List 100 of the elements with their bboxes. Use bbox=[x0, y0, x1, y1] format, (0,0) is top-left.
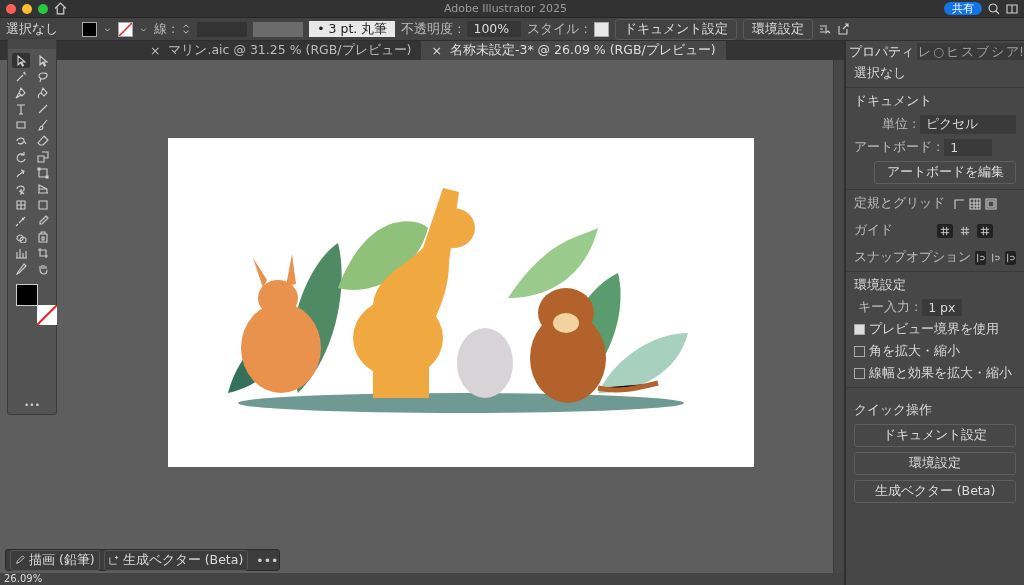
checkbox-label: 線幅と効果を拡大・縮小 bbox=[869, 365, 1012, 382]
zoom-button[interactable] bbox=[38, 3, 48, 14]
home-icon bbox=[54, 2, 67, 15]
settings-button[interactable]: ドキュメント設定 bbox=[614, 18, 737, 40]
guides-icon bbox=[940, 225, 950, 236]
guides-label: ガイド bbox=[854, 222, 893, 239]
close-icon[interactable]: × bbox=[150, 43, 161, 58]
minimize-button[interactable] bbox=[22, 3, 32, 14]
bar-chart-icon bbox=[15, 246, 27, 259]
vertical-scrollbar[interactable] bbox=[833, 60, 844, 573]
export-icon bbox=[836, 23, 849, 35]
rectangle-icon bbox=[15, 118, 27, 131]
tool-button[interactable] bbox=[12, 53, 30, 68]
guides-icon bbox=[980, 225, 990, 236]
artboard-label: アートボード : bbox=[854, 139, 941, 156]
checkbox-label: プレビュー境界を使用 bbox=[869, 321, 999, 338]
zoom-field[interactable]: 26.09% bbox=[4, 573, 43, 585]
snap-options-label: スナップオプション bbox=[854, 249, 971, 266]
checkbox-label: 角を拡大・縮小 bbox=[869, 343, 960, 360]
snap-toggle[interactable] bbox=[975, 250, 986, 265]
mesh-icon bbox=[15, 198, 27, 211]
panel-tab[interactable]: シ bbox=[989, 43, 1005, 60]
checkbox[interactable] bbox=[854, 324, 865, 335]
overlapping-squares-icon bbox=[37, 150, 49, 163]
curved-pen-icon bbox=[37, 86, 49, 99]
quick-action-button[interactable]: ドキュメント設定 bbox=[854, 424, 1016, 447]
syringe-icon bbox=[15, 214, 27, 227]
close-button[interactable] bbox=[6, 3, 16, 14]
settings-button[interactable]: 環境設定 bbox=[742, 18, 813, 40]
lasso-icon bbox=[37, 70, 49, 83]
panel-tab[interactable]: ○ bbox=[932, 43, 945, 60]
quick-action-button[interactable]: 環境設定 bbox=[854, 452, 1016, 475]
unit-dropdown[interactable]: ピクセル bbox=[920, 115, 1016, 134]
transparency-grid-icon bbox=[985, 197, 997, 210]
stroke-swatch[interactable] bbox=[37, 305, 57, 325]
section-heading: クイック操作 bbox=[854, 402, 933, 419]
edit-artboard-button[interactable]: アートボードを編集 bbox=[874, 161, 1016, 184]
tab-label: 名称未設定-3* @ 26.09 % (RGB/プレビュー) bbox=[449, 42, 716, 59]
crop-corner-icon bbox=[37, 246, 49, 259]
window-title: Adobe Illustrator 2025 bbox=[443, 2, 568, 15]
fill-swatch[interactable] bbox=[16, 284, 38, 306]
section-heading: ドキュメント bbox=[854, 93, 933, 110]
panel-tab[interactable]: ス bbox=[959, 43, 975, 60]
guide-toggle[interactable] bbox=[937, 223, 953, 238]
no-stroke-swatch[interactable] bbox=[118, 21, 133, 37]
checkbox[interactable] bbox=[854, 368, 865, 379]
fill-swatch[interactable] bbox=[82, 21, 97, 37]
line-icon bbox=[37, 102, 49, 115]
more-tools-button[interactable]: ••• bbox=[24, 400, 40, 410]
draw-pencil-button[interactable]: 描画 (鉛筆) bbox=[10, 549, 100, 571]
generate-vector-button[interactable]: 生成ベクター (Beta) bbox=[103, 549, 249, 571]
wand-icon bbox=[15, 70, 27, 83]
snap-icon bbox=[975, 252, 986, 263]
layout-icon bbox=[1006, 2, 1018, 15]
panel-tab[interactable]: レ bbox=[917, 43, 932, 60]
pen-icon bbox=[15, 86, 27, 99]
rulers-grid-label: 定規とグリッド bbox=[854, 195, 945, 212]
pencil-icon bbox=[15, 555, 25, 565]
eraser-icon bbox=[37, 134, 49, 147]
stepper-icon bbox=[181, 24, 192, 34]
ruler-icon bbox=[953, 197, 965, 210]
hand-icon bbox=[37, 262, 49, 275]
panel-tab[interactable]: ヒ bbox=[944, 43, 960, 60]
more-button[interactable]: ••• bbox=[256, 552, 279, 568]
style-swatch[interactable] bbox=[593, 21, 609, 37]
guides-icon bbox=[960, 225, 970, 236]
opacity-label: 不透明度 : bbox=[401, 20, 462, 38]
quick-action-button[interactable]: 生成ベクター (Beta) bbox=[854, 480, 1016, 503]
brush-dropdown[interactable]: • 3 pt. 丸筆 bbox=[309, 21, 396, 37]
document-tab[interactable]: × 名称未設定-3* @ 26.09 % (RGB/プレビュー) bbox=[421, 41, 726, 60]
tool-button[interactable] bbox=[34, 165, 52, 180]
search-icon bbox=[988, 2, 1000, 15]
guide-toggle[interactable] bbox=[977, 223, 993, 238]
panel-tab[interactable]: ブ bbox=[974, 43, 990, 60]
unit-label: 単位 : bbox=[882, 116, 917, 133]
section-heading: 環境設定 bbox=[854, 277, 907, 294]
checkbox[interactable] bbox=[854, 346, 865, 357]
snap-icon bbox=[1005, 252, 1016, 263]
circular-arrow-icon bbox=[15, 150, 27, 163]
selection-status: 選択なし bbox=[854, 65, 907, 82]
gradient-square-icon bbox=[37, 198, 49, 211]
selection-label: 選択なし bbox=[6, 20, 58, 38]
sparkle-frame-icon bbox=[108, 555, 119, 565]
brush-icon bbox=[37, 118, 49, 131]
arrow-icon bbox=[15, 54, 27, 67]
share-button[interactable]: 共有 bbox=[944, 2, 982, 15]
keyboard-increment-field[interactable]: 1 px bbox=[922, 299, 963, 316]
panel-tab[interactable]: プロパティ bbox=[846, 43, 917, 60]
snap-toggle[interactable] bbox=[1005, 250, 1016, 265]
panel-tab[interactable]: ア! bbox=[1004, 43, 1024, 60]
artboard-dropdown[interactable]: 1 bbox=[944, 139, 993, 156]
opacity-field[interactable]: 100% bbox=[467, 21, 522, 37]
tool-button[interactable] bbox=[34, 149, 52, 164]
stroke-label: 線 : bbox=[154, 20, 176, 38]
letter-t-icon bbox=[15, 102, 27, 115]
close-icon[interactable]: × bbox=[431, 43, 442, 58]
keyboard-increment-label: キー入力 : bbox=[858, 299, 919, 316]
solid-arrow-icon bbox=[37, 54, 49, 67]
tab-label: マリン.aic @ 31.25 % (RGB/プレビュー) bbox=[168, 42, 412, 59]
style-label: スタイル : bbox=[527, 20, 588, 38]
